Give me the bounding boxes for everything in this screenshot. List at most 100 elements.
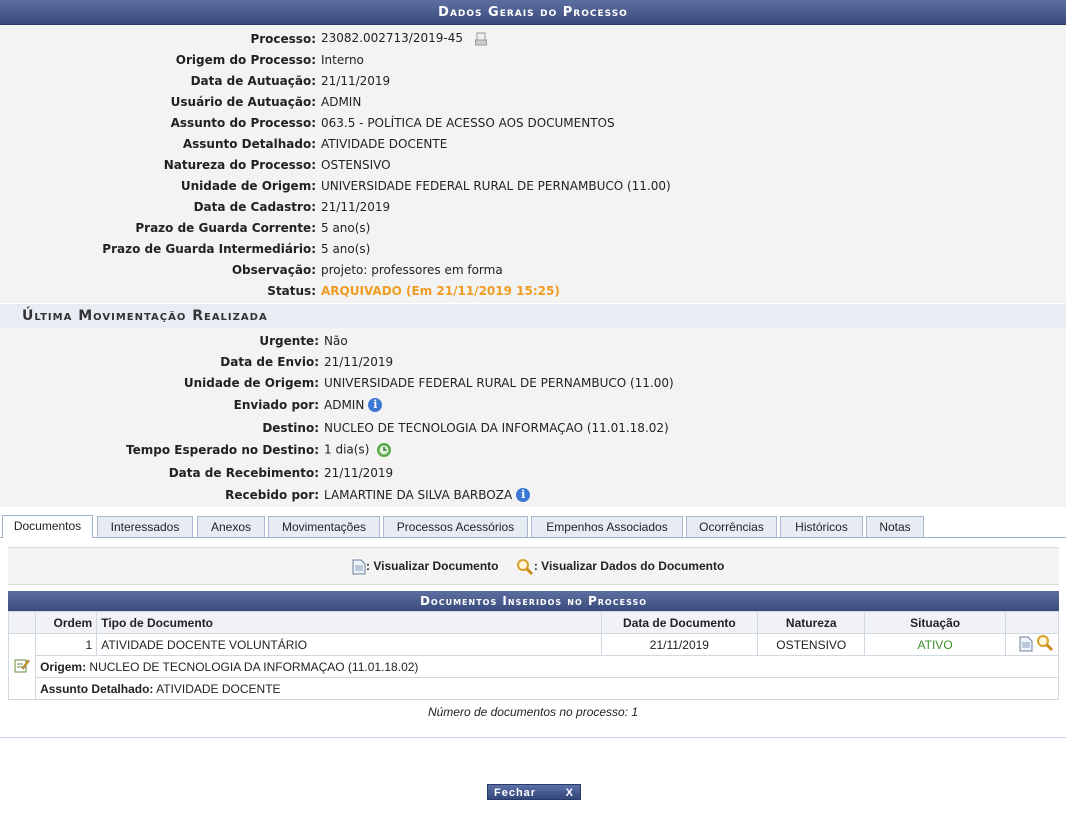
info-icon[interactable]: i [516, 488, 531, 503]
field-value: 21/11/2019 [324, 354, 394, 369]
tab-movimentacoes[interactable]: Movimentações [268, 516, 380, 537]
field-label: Enviado por: [233, 398, 319, 412]
info-icon[interactable]: i [368, 398, 383, 413]
field-label: Origem do Processo: [175, 52, 316, 67]
field-label: Unidade de Origem: [180, 178, 316, 193]
cell-ordem: 1 [35, 633, 98, 656]
process-details: Processo: 23082.002713/2019-45 Origem do… [0, 25, 1066, 507]
view-document-icon[interactable] [1019, 636, 1033, 652]
field-value: LAMARTINE DA SILVA BARBOZA [324, 487, 513, 502]
field-value: UNIVERSIDADE FEDERAL RURAL DE PERNAMBUCO… [321, 178, 671, 193]
field-label: Data de Envio: [220, 354, 319, 369]
field-value: ATIVIDADE DOCENTE [321, 136, 448, 151]
field-value: 21/11/2019 [321, 199, 391, 214]
field-value: NUCLEO DE TECNOLOGIA DA INFORMAÇAO (11.0… [324, 420, 669, 435]
tab-interessados[interactable]: Interessados [97, 516, 193, 537]
documents-table: Documentos Inseridos no Processo Ordem T… [7, 591, 1060, 700]
field-value: 5 ano(s) [321, 241, 371, 256]
field-label: Tempo Esperado no Destino: [126, 443, 319, 457]
field-value: 21/11/2019 [324, 465, 394, 480]
field-value: ADMIN [324, 397, 365, 412]
field-label: Urgente: [259, 333, 319, 348]
page-title: Dados Gerais do Processo [0, 0, 1066, 25]
legend-view-document: : Visualizar Documento [366, 559, 499, 574]
field-value: 1 dia(s) [324, 442, 370, 457]
field-label: Natureza do Processo: [163, 157, 316, 172]
tab-documentos[interactable]: Documentos [2, 515, 93, 538]
field-label: Prazo de Guarda Intermediário: [102, 241, 316, 256]
origem-label: Origem: [40, 659, 87, 674]
field-data-envio: Data de Envio: 21/11/2019 [0, 351, 1066, 372]
field-label: Unidade de Origem: [183, 375, 319, 390]
field-usuario-autuacao: Usuário de Autuação: ADMIN [0, 91, 1066, 112]
field-value: Não [324, 333, 348, 348]
assunto-row: Assunto Detalhado: ATIVIDADE DOCENTE [9, 677, 1059, 700]
movement-details: Urgente: Não Data de Envio: 21/11/2019 Uni… [0, 328, 1066, 507]
table-row: 1 ATIVIDADE DOCENTE VOLUNTÁRIO 21/11/201… [7, 633, 1060, 700]
field-label: Assunto Detalhado: [182, 136, 316, 151]
field-unidade-origem: Unidade de Origem: UNIVERSIDADE FEDERAL R… [0, 175, 1066, 196]
origem-value: NUCLEO DE TECNOLOGIA DA INFORMAÇAO (11.0… [89, 659, 419, 674]
field-assunto: Assunto do Processo: 063.5 - POLÍTICA DE … [0, 112, 1066, 133]
field-label: Recebido por: [225, 488, 319, 502]
field-label: Data de Recebimento: [168, 465, 319, 480]
edit-notes-icon[interactable] [14, 657, 30, 673]
field-observacao: Observação: projeto: professores em forma [0, 259, 1066, 280]
field-value: Interno [321, 52, 364, 67]
field-label: Observação: [231, 262, 316, 277]
tab-bar: Documentos Interessados Anexos Movimenta… [0, 515, 1066, 538]
close-button[interactable]: Fechar X [487, 784, 581, 800]
field-data-autuacao: Data de Autuação: 21/11/2019 [0, 70, 1066, 91]
tab-processos-acessorios[interactable]: Processos Acessórios [383, 516, 528, 537]
cell-natureza: OSTENSIVO [757, 633, 866, 656]
field-label: Data de Autuação: [190, 73, 316, 88]
icon-legend: : Visualizar Documento : Visualizar Dado… [8, 547, 1059, 585]
field-prazo-corrente: Prazo de Guarda Corrente: 5 ano(s) [0, 217, 1066, 238]
field-value: 5 ano(s) [321, 220, 371, 235]
field-data-recebimento: Data de Recebimento: 21/11/2019 [0, 462, 1066, 483]
col-data: Data de Documento [600, 611, 759, 634]
field-status: Status: ARQUIVADO (Em 21/11/2019 15:25) [0, 280, 1066, 301]
field-value: projeto: professores em forma [321, 262, 503, 277]
view-data-magnifier-icon[interactable] [1036, 634, 1054, 652]
field-value: ADMIN [321, 94, 362, 109]
print-icon[interactable] [474, 32, 487, 46]
field-mov-unidade-origem: Unidade de Origem: UNIVERSIDADE FEDERAL R… [0, 372, 1066, 393]
movement-section-title: Última Movimentação Realizada [0, 303, 1066, 328]
origem-row: Origem: NUCLEO DE TECNOLOGIA DA INFORMAÇ… [9, 655, 1059, 678]
field-data-cadastro: Data de Cadastro: 21/11/2019 [0, 196, 1066, 217]
table-header-row: Ordem Tipo de Documento Data de Document… [7, 611, 1060, 634]
status-value: ARQUIVADO (Em 21/11/2019 15:25) [321, 283, 560, 298]
field-label: Processo: [250, 31, 316, 46]
document-count-note: Número de documentos no processo: 1 [427, 705, 639, 719]
tab-ocorrencias[interactable]: Ocorrências [686, 516, 777, 537]
field-label: Data de Cadastro: [193, 199, 316, 214]
tab-notas[interactable]: Notas [866, 516, 924, 537]
field-recebido-por: Recebido por: LAMARTINE DA SILVA BARBOZA i [0, 483, 1066, 507]
field-processo: Processo: 23082.002713/2019-45 [0, 28, 1066, 49]
field-tempo-esperado: Tempo Esperado no Destino: 1 dia(s) [0, 438, 1066, 462]
clock-refresh-icon[interactable] [376, 442, 392, 458]
field-value: UNIVERSIDADE FEDERAL RURAL DE PERNAMBUCO… [324, 375, 674, 390]
tab-empenhos-associados[interactable]: Empenhos Associados [531, 516, 683, 537]
assunto-value: ATIVIDADE DOCENTE [156, 681, 281, 696]
cell-data: 21/11/2019 [600, 633, 759, 656]
field-label: Assunto do Processo: [170, 115, 316, 130]
col-situacao: Situação [864, 611, 1006, 634]
tab-historicos[interactable]: Históricos [780, 516, 863, 537]
field-value: 21/11/2019 [321, 73, 391, 88]
close-button-label: Fechar [494, 787, 537, 799]
magnifier-icon [516, 559, 533, 576]
field-label: Destino: [262, 420, 319, 435]
cell-tipo: ATIVIDADE DOCENTE VOLUNTÁRIO [96, 633, 602, 656]
col-ordem: Ordem [35, 611, 98, 634]
field-urgente: Urgente: Não [0, 330, 1066, 351]
field-enviado-por: Enviado por: ADMIN i [0, 393, 1066, 417]
field-value: OSTENSIVO [321, 157, 391, 172]
legend-view-data: : Visualizar Dados do Documento [533, 559, 725, 574]
field-assunto-detalhado: Assunto Detalhado: ATIVIDADE DOCENTE [0, 133, 1066, 154]
col-natureza: Natureza [757, 611, 866, 634]
field-destino: Destino: NUCLEO DE TECNOLOGIA DA INFORMAÇ… [0, 417, 1066, 438]
assunto-label: Assunto Detalhado: [40, 681, 154, 696]
tab-anexos[interactable]: Anexos [197, 516, 265, 537]
